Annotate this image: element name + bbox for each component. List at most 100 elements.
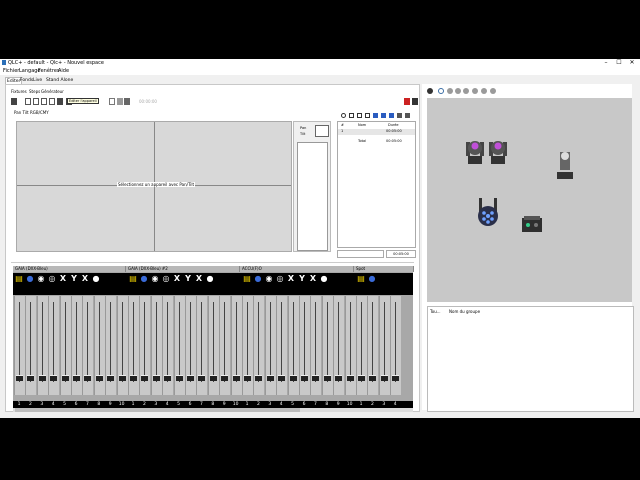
fader-knob[interactable] <box>369 375 377 381</box>
2d-view-icon[interactable] <box>438 88 444 94</box>
fader-knob[interactable] <box>209 375 217 381</box>
remove-icon[interactable] <box>49 98 55 105</box>
fader-knob[interactable] <box>50 375 58 381</box>
channel-fader[interactable] <box>173 296 185 395</box>
scrollbar-thumb[interactable] <box>15 408 300 412</box>
edit-icon[interactable] <box>41 98 47 105</box>
fader-knob[interactable] <box>107 375 115 381</box>
channel-fader[interactable] <box>264 296 276 395</box>
channel-fader[interactable] <box>378 296 390 395</box>
channel-fader[interactable] <box>196 296 208 395</box>
pan-tilt-grid[interactable]: Sélectionnez un appareil avec Pan/Tilt <box>16 121 292 252</box>
fader-knob[interactable] <box>152 375 160 381</box>
settings-icon[interactable] <box>472 88 478 94</box>
maximize-button[interactable]: ☐ <box>613 59 625 67</box>
fader-knob[interactable] <box>27 375 35 381</box>
tab-live[interactable]: Live <box>32 77 43 84</box>
channel-fader[interactable] <box>105 296 117 395</box>
fader-knob[interactable] <box>301 375 308 381</box>
step-name-field[interactable] <box>337 250 384 258</box>
lower-step-icon[interactable] <box>397 113 402 118</box>
subtab-steps[interactable]: Steps <box>29 89 40 94</box>
fader-knob[interactable] <box>141 375 149 381</box>
channel-fader[interactable] <box>150 296 162 395</box>
fader-knob[interactable] <box>38 375 46 381</box>
fader-knob[interactable] <box>255 375 263 381</box>
fader-knob[interactable] <box>278 375 286 381</box>
fixture-info-icon[interactable] <box>412 98 418 105</box>
channel-fader[interactable] <box>321 296 333 395</box>
zoom-in-icon[interactable] <box>455 88 461 94</box>
channel-fader[interactable] <box>14 296 25 395</box>
add-fixture-icon[interactable] <box>25 98 31 105</box>
menu-fichier[interactable]: Fichier <box>3 68 19 74</box>
channel-fader[interactable] <box>207 296 219 395</box>
channel-fader[interactable] <box>367 296 379 395</box>
channel-fader[interactable] <box>25 296 37 395</box>
pan-tilt-preview[interactable] <box>315 125 329 137</box>
remove-step-icon[interactable] <box>381 113 386 118</box>
pan-tilt-list[interactable] <box>297 142 328 251</box>
list-icon[interactable] <box>11 98 17 105</box>
fader-knob[interactable] <box>380 375 388 381</box>
fader-knob[interactable] <box>335 375 343 381</box>
export-icon[interactable] <box>57 98 63 105</box>
dmx-view-icon[interactable] <box>427 88 433 94</box>
fader-knob[interactable] <box>289 375 297 381</box>
options-icon[interactable] <box>405 113 410 118</box>
fader-knob[interactable] <box>358 375 365 381</box>
channel-fader[interactable] <box>82 296 94 395</box>
channel-fader[interactable] <box>253 296 265 395</box>
channel-fader[interactable] <box>276 296 288 395</box>
channel-fader[interactable] <box>299 296 310 395</box>
fader-knob[interactable] <box>73 375 80 381</box>
channel-fader[interactable] <box>219 296 231 395</box>
channel-fader[interactable] <box>139 296 151 395</box>
channel-fader[interactable] <box>36 296 48 395</box>
moving-head-fixture-icon[interactable] <box>487 136 509 166</box>
fader-knob[interactable] <box>164 375 172 381</box>
fader-knob[interactable] <box>266 375 274 381</box>
tab-pan-tilt[interactable]: Pan Tilt <box>14 110 29 115</box>
fader-knob[interactable] <box>392 375 400 381</box>
channel-fader[interactable] <box>128 296 139 395</box>
tab-stand-alone[interactable]: Stand Alone <box>45 77 74 84</box>
channel-fader[interactable] <box>185 296 196 395</box>
menu-fenetres[interactable]: Fenêtres <box>38 68 60 74</box>
par-fixture-icon[interactable] <box>477 198 499 230</box>
fader-knob[interactable] <box>187 375 194 381</box>
3d-view-icon[interactable] <box>447 88 453 94</box>
menu-aide[interactable]: Aide <box>58 68 69 74</box>
fader-knob[interactable] <box>323 375 331 381</box>
fader-knob[interactable] <box>346 375 354 381</box>
play-icon[interactable] <box>341 113 346 118</box>
channel-fader[interactable] <box>230 296 242 395</box>
fader-knob[interactable] <box>84 375 92 381</box>
fader-knob[interactable] <box>198 375 206 381</box>
channel-fader[interactable] <box>333 296 345 395</box>
fader-knob[interactable] <box>312 375 320 381</box>
channel-fader[interactable] <box>59 296 71 395</box>
fader-knob[interactable] <box>130 375 137 381</box>
moving-head-fixture-icon[interactable] <box>464 136 486 166</box>
fader-knob[interactable] <box>95 375 103 381</box>
channel-fader[interactable] <box>116 296 128 395</box>
spot-fixture-icon[interactable] <box>554 148 576 180</box>
channel-fader[interactable] <box>287 296 299 395</box>
fader-knob[interactable] <box>232 375 240 381</box>
zoom-out-icon[interactable] <box>463 88 469 94</box>
channel-fader[interactable] <box>310 296 322 395</box>
minimize-button[interactable]: – <box>600 59 612 67</box>
stop-icon[interactable] <box>349 113 354 118</box>
fader-knob[interactable] <box>221 375 229 381</box>
channel-fader[interactable] <box>162 296 174 395</box>
channel-fader[interactable] <box>356 296 367 395</box>
channel-fader[interactable] <box>390 296 402 395</box>
close-button[interactable]: ✕ <box>626 59 638 67</box>
group-icon[interactable] <box>109 98 115 105</box>
record-icon[interactable] <box>404 98 410 105</box>
info-icon[interactable] <box>490 88 496 94</box>
fader-knob[interactable] <box>16 375 23 381</box>
console-scrollbar[interactable] <box>13 408 413 412</box>
subtab-fixtures[interactable]: Fixtures <box>11 89 27 94</box>
